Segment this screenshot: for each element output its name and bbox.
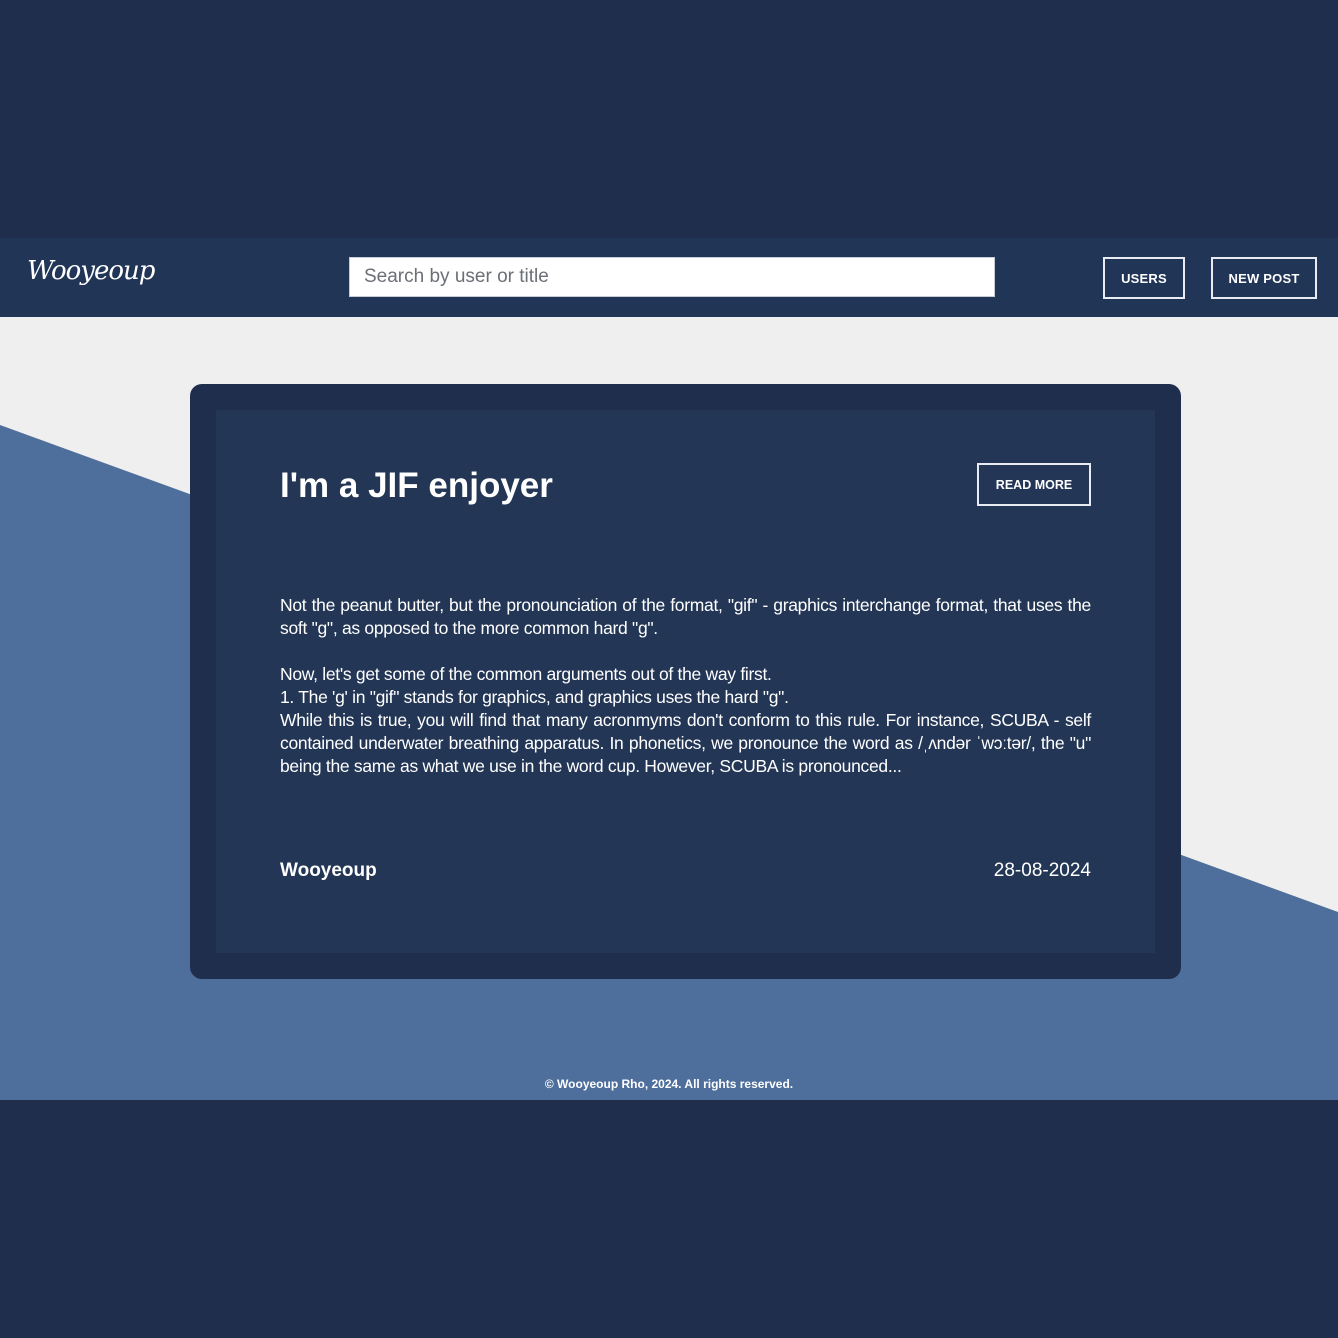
post-author[interactable]: Wooyeoup bbox=[280, 858, 377, 884]
post-excerpt: Not the peanut butter, but the pronounci… bbox=[280, 594, 1091, 778]
post-paragraph: Not the peanut butter, but the pronounci… bbox=[280, 595, 1091, 638]
post-paragraph: Now, let's get some of the common argume… bbox=[280, 664, 772, 684]
page: Wooyeoup USERS NEW POST I'm a JIF enjoye… bbox=[0, 0, 1338, 1338]
main-content: I'm a JIF enjoyer READ MORE Not the pean… bbox=[0, 317, 1338, 1100]
new-post-button[interactable]: NEW POST bbox=[1211, 257, 1317, 299]
search-input[interactable] bbox=[349, 257, 995, 297]
post-paragraph: 1. The 'g' in "gif" stands for graphics,… bbox=[280, 687, 789, 707]
post-date: 28-08-2024 bbox=[993, 860, 1091, 881]
post-title: I'm a JIF enjoyer bbox=[280, 466, 553, 505]
users-button[interactable]: USERS bbox=[1103, 257, 1185, 299]
footer-copyright: © Wooyeoup Rho, 2024. All rights reserve… bbox=[544, 1077, 794, 1091]
navbar: Wooyeoup USERS NEW POST bbox=[0, 238, 1338, 317]
read-more-button[interactable]: READ MORE bbox=[977, 463, 1091, 506]
logo[interactable]: Wooyeoup bbox=[27, 246, 155, 296]
post-paragraph: While this is true, you will find that m… bbox=[280, 710, 1091, 776]
post-card: I'm a JIF enjoyer READ MORE Not the pean… bbox=[190, 384, 1181, 979]
post-card-inner: I'm a JIF enjoyer READ MORE Not the pean… bbox=[216, 410, 1155, 953]
